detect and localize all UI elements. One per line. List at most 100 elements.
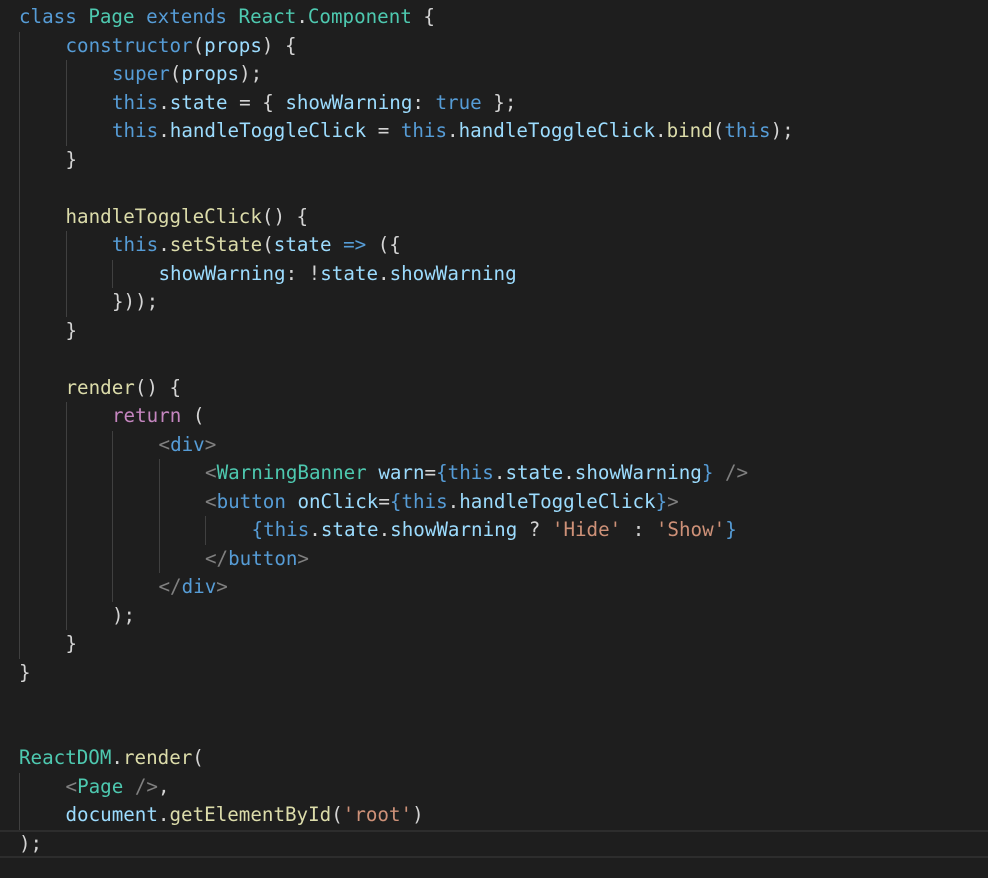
code-token: .	[378, 261, 390, 285]
indent-guide	[65, 88, 67, 117]
indent-guide	[65, 516, 67, 545]
indent-guide	[112, 259, 113, 288]
code-line[interactable]: }	[66, 146, 78, 175]
code-token: .	[158, 90, 170, 114]
code-line[interactable]: <Page />,	[66, 773, 170, 802]
code-line[interactable]: );	[112, 602, 135, 631]
code-token: );	[239, 62, 263, 85]
code-token: </	[158, 575, 182, 598]
code-token: setState	[169, 233, 263, 256]
code-line[interactable]: render() {	[66, 374, 182, 403]
indent-guide	[65, 288, 67, 317]
code-token: (	[192, 746, 204, 769]
indent-guide	[65, 601, 67, 630]
indent-guide	[65, 430, 67, 459]
code-line[interactable]: this.state = { showWarning: true };	[112, 89, 516, 118]
code-token: }	[655, 489, 668, 513]
indent-guide	[19, 630, 20, 659]
indent-guide	[19, 772, 20, 801]
code-line[interactable]: }));	[112, 288, 158, 317]
code-token: =	[378, 489, 390, 513]
code-line[interactable]: document.getElementById('root')	[66, 801, 424, 830]
code-token: .	[655, 119, 667, 142]
code-line[interactable]: }	[66, 630, 78, 659]
indent-guide	[19, 345, 20, 374]
code-token: div	[170, 432, 205, 456]
code-token: </	[205, 546, 229, 570]
indent-guide	[65, 259, 67, 288]
code-line[interactable]: </button>	[205, 545, 309, 574]
code-line[interactable]: return (	[112, 402, 204, 431]
code-line[interactable]: <div>	[159, 431, 217, 460]
code-line[interactable]: <WarningBanner warn={this.state.showWarn…	[205, 459, 748, 488]
code-token: super	[112, 62, 170, 85]
code-token: 'root'	[342, 803, 413, 826]
code-line[interactable]: <button onClick={this.handleToggleClick}…	[205, 488, 679, 517]
code-token: Page	[88, 5, 135, 28]
indent-guide	[19, 202, 20, 231]
code-token: this	[401, 489, 448, 513]
current-line-highlight	[0, 829, 988, 858]
code-token: 'Hide'	[551, 518, 622, 541]
code-token: >	[667, 489, 679, 513]
code-token: ) {	[261, 33, 297, 57]
code-line[interactable]: class Page extends React.Component {	[19, 3, 435, 32]
code-token: .	[111, 746, 123, 769]
indent-guide	[158, 516, 160, 545]
indent-guide	[19, 373, 20, 402]
code-token: this	[724, 119, 771, 142]
indent-guide	[19, 117, 20, 146]
code-token: .	[296, 5, 308, 28]
code-line[interactable]: }	[66, 317, 78, 346]
code-line[interactable]: );	[19, 830, 42, 859]
code-line[interactable]: this.handleToggleClick = this.handleTogg…	[112, 117, 794, 146]
code-token: state	[273, 233, 332, 256]
indent-guide	[19, 259, 20, 288]
code-token: () {	[134, 375, 182, 399]
code-token: }	[65, 147, 78, 171]
code-token: (	[712, 119, 725, 142]
code-editor[interactable]: class Page extends React.Component {cons…	[0, 0, 988, 878]
code-token: handleToggleClick	[458, 119, 655, 142]
code-token: :	[621, 518, 656, 541]
indent-guide	[112, 516, 113, 545]
indent-guide	[112, 459, 113, 488]
indent-guide	[112, 487, 113, 516]
code-token: this	[447, 461, 494, 484]
code-token: React	[238, 5, 297, 28]
code-line[interactable]: }	[19, 659, 31, 688]
code-token: .	[158, 119, 170, 142]
indent-guide	[65, 402, 67, 431]
code-line[interactable]: constructor(props) {	[66, 32, 297, 61]
code-token: handleToggleClick	[169, 119, 367, 142]
code-line[interactable]: this.setState(state => ({	[112, 231, 401, 260]
code-token: onClick	[297, 489, 379, 513]
code-token: state	[320, 261, 378, 285]
code-line[interactable]: showWarning: !state.showWarning	[159, 260, 517, 289]
code-line[interactable]: handleToggleClick() {	[66, 203, 309, 232]
indent-guide	[112, 544, 113, 573]
code-line[interactable]: ReactDOM.render(	[19, 744, 204, 773]
code-token: {	[436, 461, 448, 484]
indent-guide	[205, 516, 206, 545]
code-token: showWarning	[389, 261, 517, 285]
code-token: div	[181, 575, 217, 598]
code-token: ,	[157, 774, 170, 798]
indent-guide	[158, 487, 160, 516]
code-token: );	[112, 603, 136, 627]
code-line[interactable]: {this.state.showWarning ? 'Hide' : 'Show…	[252, 516, 737, 545]
code-token: document	[65, 803, 158, 826]
indent-guide	[19, 487, 20, 516]
indent-guide	[19, 801, 20, 830]
code-token: return	[112, 404, 182, 427]
code-token: />	[724, 461, 749, 484]
code-token: =	[424, 461, 437, 484]
code-token: ({	[366, 233, 401, 256]
code-token: state	[320, 518, 379, 541]
code-token: ?	[517, 518, 552, 541]
code-line[interactable]: super(props);	[112, 60, 262, 89]
indent-guide	[65, 544, 67, 573]
code-line[interactable]: </div>	[159, 573, 228, 602]
